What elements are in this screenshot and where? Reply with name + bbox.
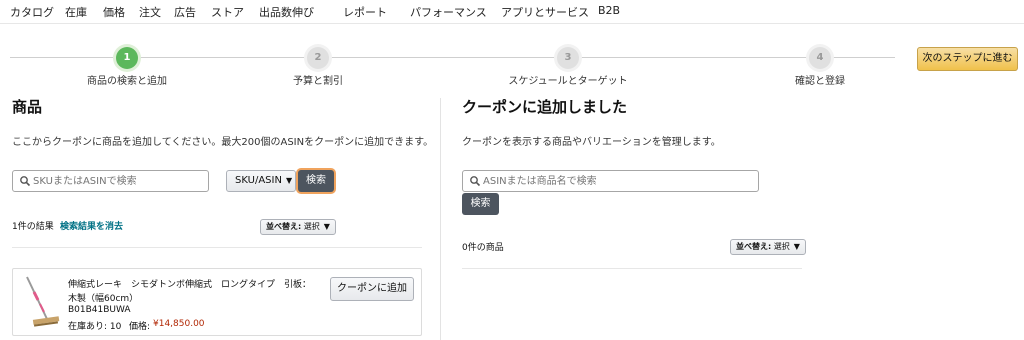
chevron-down-icon: ▼ [323,222,330,231]
chevron-down-icon: ▼ [285,176,293,185]
step-1: 1 商品の検索と追加 [27,47,227,87]
nav-item-b2b[interactable]: B2B [598,4,620,17]
step-1-indicator: 1 [116,47,138,69]
right-divider [462,268,802,269]
product-search-button[interactable]: 検索 [298,170,334,192]
search-icon [20,176,31,187]
result-count: 1件の結果 [12,222,54,232]
nav-item-growth[interactable]: 出品数伸び [259,4,314,20]
step-4-indicator: 4 [809,47,831,69]
nav-item-performance[interactable]: パフォーマンス [410,4,487,20]
product-price: ¥14,850.00 [153,319,205,329]
product-price-label: 価格: [129,322,151,332]
nav-item-stores[interactable]: ストア [211,4,244,20]
product-card: 伸縮式レーキ シモダトンボ伸縮式 ロングタイプ 引板： 木製（幅60cm） B0… [12,268,422,336]
step-2-indicator: 2 [307,47,329,69]
clear-results-link[interactable]: 検索結果を消去 [60,219,123,232]
step-4-label: 確認と登録 [795,76,845,87]
nav-item-reports[interactable]: レポート [343,4,387,20]
product-title-line1: 伸縮式レーキ シモダトンボ伸縮式 ロングタイプ 引板： [68,280,312,290]
search-type-value: SKU/ASIN [235,175,282,186]
step-3-label: スケジュールとターゲット [508,76,628,87]
product-stock: 在庫あり: 10 [68,322,122,332]
right-sort-select[interactable]: 並べ替え: 選択 ▼ [730,239,806,255]
added-title: クーポンに追加しました [462,98,628,116]
left-divider [12,247,422,248]
chevron-down-icon: ▼ [793,242,800,251]
product-asin: B01B41BUWA [68,305,131,315]
right-sort-label: 並べ替え: [736,242,772,251]
search-icon [470,176,481,187]
nav-item-catalog[interactable]: カタログ [10,4,54,20]
step-1-label: 商品の検索と追加 [87,76,167,87]
step-3: 3 スケジュールとターゲット [468,47,668,87]
product-image [26,276,60,327]
next-step-button[interactable]: 次のステップに進む [917,47,1018,71]
column-divider [440,98,441,340]
step-4: 4 確認と登録 [720,47,920,87]
left-sort-select[interactable]: 並べ替え: 選択 ▼ [260,219,336,235]
step-2-label: 予算と割引 [293,76,343,87]
added-search-input[interactable] [483,173,653,189]
top-navigation: カタログ 在庫 価格 注文 広告 ストア 出品数伸び レポート パフォーマンス … [0,0,1024,24]
left-sort-label: 並べ替え: [266,222,302,231]
added-description: クーポンを表示する商品やバリエーションを管理します。 [462,137,721,148]
added-search-box[interactable] [462,170,759,192]
right-sort-value: 選択 [773,242,790,251]
nav-item-inventory[interactable]: 在庫 [65,4,87,20]
nav-item-pricing[interactable]: 価格 [103,4,125,20]
step-2: 2 予算と割引 [218,47,418,87]
products-title: 商品 [12,98,43,116]
step-3-indicator: 3 [557,47,579,69]
item-count: 0件の商品 [462,243,504,253]
product-title-line2: 木製（幅60cm） [68,294,139,304]
products-description: ここからクーポンに商品を追加してください。最大200個のASINをクーポンに追加… [12,137,434,148]
search-type-select[interactable]: SKU/ASIN ▼ [226,170,296,192]
nav-item-advertising[interactable]: 広告 [174,4,196,20]
add-to-coupon-button[interactable]: クーポンに追加 [330,277,414,301]
added-search-button[interactable]: 検索 [462,193,499,215]
product-search-input[interactable] [33,173,203,189]
nav-item-orders[interactable]: 注文 [139,4,161,20]
product-search-box[interactable] [12,170,209,192]
nav-item-apps-services[interactable]: アプリとサービス [501,4,589,20]
left-sort-value: 選択 [303,222,320,231]
